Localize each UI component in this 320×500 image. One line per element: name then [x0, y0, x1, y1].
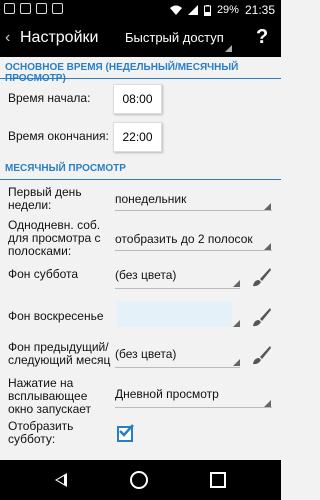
first-day-select[interactable]: понедельник	[115, 192, 272, 206]
dropdown-triangle-icon	[264, 400, 271, 407]
signal-icon	[187, 5, 198, 15]
action-bar: ‹ Настройки Быстрый доступ ?	[0, 20, 281, 57]
select-underline	[115, 367, 240, 368]
notification-icon	[4, 3, 15, 14]
sunday-bg-label: Фон воскресенье	[8, 309, 104, 323]
notification-icon	[36, 3, 47, 14]
back-arrow-icon[interactable]: ‹	[5, 29, 10, 47]
saturday-bg-select[interactable]: (без цвета)	[115, 268, 240, 282]
first-day-label: Первый день недели:	[8, 185, 82, 212]
start-time-label: Время начала:	[8, 91, 91, 105]
dropdown-triangle-icon	[264, 243, 271, 250]
sunday-bg-select[interactable]	[117, 301, 232, 327]
navigation-bar	[0, 460, 281, 500]
battery-icon	[203, 4, 211, 16]
select-underline	[115, 288, 240, 289]
section-divider	[0, 178, 281, 180]
dropdown-triangle-icon	[225, 45, 232, 52]
battery-percent: 29%	[216, 4, 239, 16]
one-day-events-select[interactable]: отобразить до 2 полосок	[115, 232, 272, 246]
page-title[interactable]: Настройки	[20, 29, 98, 47]
prev-next-month-bg-select[interactable]: (без цвета)	[115, 347, 240, 361]
dropdown-triangle-icon	[233, 320, 240, 327]
section-divider	[0, 77, 281, 79]
nav-recent-apps-icon[interactable]	[210, 472, 226, 488]
clock: 21:35	[244, 3, 275, 17]
image-notification-icon	[20, 3, 31, 14]
show-saturday-label: Отобразить субботу:	[8, 419, 74, 446]
paint-brush-icon[interactable]	[250, 266, 272, 288]
select-underline	[115, 210, 272, 211]
select-underline	[115, 250, 272, 251]
nav-back-icon[interactable]	[55, 473, 67, 487]
nav-home-icon[interactable]	[130, 471, 148, 489]
start-time-button[interactable]: 08:00	[113, 84, 162, 114]
end-time-label: Время окончания:	[8, 129, 109, 143]
show-saturday-checkbox[interactable]	[117, 424, 134, 442]
play-store-icon	[52, 3, 63, 14]
prev-next-month-bg-label: Фон предыдущий/следующий месяц	[8, 340, 111, 367]
one-day-events-label: Однодневн. соб. для просмотра с полосками:	[8, 218, 101, 258]
paint-brush-icon[interactable]	[250, 306, 272, 328]
quick-access-dropdown[interactable]: Быстрый доступ	[125, 30, 224, 45]
dropdown-triangle-icon	[233, 359, 240, 366]
saturday-bg-label: Фон суббота	[8, 267, 79, 281]
paint-brush-icon[interactable]	[250, 344, 272, 366]
dropdown-triangle-icon	[264, 203, 271, 210]
help-button[interactable]: ?	[256, 26, 268, 49]
status-bar: 29% 21:35	[0, 0, 281, 20]
section-header-month-view: МЕСЯЧНЫЙ ПРОСМОТР	[0, 158, 281, 180]
dropdown-triangle-icon	[233, 280, 240, 287]
select-underline	[115, 407, 272, 408]
section-header-main-time: ОСНОВНОЕ ВРЕМЯ (НЕДЕЛЬНЫЙ/МЕСЯЧНЫЙ ПРОСМ…	[0, 57, 281, 84]
popup-click-label: Нажатие на всплывающее окно запускает	[8, 376, 92, 416]
end-time-button[interactable]: 22:00	[113, 122, 162, 152]
checkmark-icon	[119, 424, 134, 437]
wifi-icon	[169, 5, 182, 15]
popup-click-select[interactable]: Дневной просмотр	[115, 387, 272, 401]
